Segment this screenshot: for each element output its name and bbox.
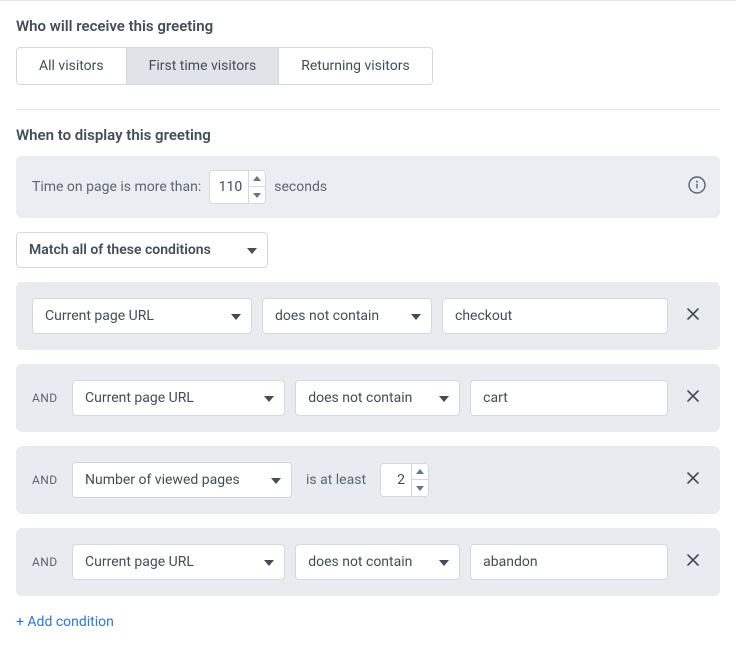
chevron-down-icon [264,390,274,406]
chevron-down-icon [231,308,241,324]
join-label: AND [32,391,62,405]
time-on-page-prefix: Time on page is more than: [32,179,201,195]
when-section-title: When to display this greeting [16,126,720,144]
condition-number-input[interactable] [381,464,411,496]
remove-condition-button[interactable] [682,305,704,327]
condition-field-select[interactable]: Current page URL [72,544,285,580]
condition-operator-label: does not contain [308,390,412,406]
condition-operator-select[interactable]: does not contain [262,298,432,334]
chevron-up-icon [416,469,424,474]
close-icon [686,553,700,571]
visitor-tab[interactable]: First time visitors [127,48,280,84]
visitor-tab[interactable]: All visitors [17,48,127,84]
condition-field-label: Current page URL [85,554,194,570]
condition-field-select[interactable]: Current page URL [32,298,252,334]
stepper-up-button[interactable] [412,464,428,480]
match-mode-label: Match all of these conditions [29,242,211,258]
chevron-down-icon [253,193,261,198]
info-icon [688,176,706,194]
chevron-down-icon [416,486,424,491]
close-icon [686,471,700,489]
info-button[interactable] [688,176,706,198]
condition-value-input[interactable] [470,544,668,580]
chevron-down-icon [439,554,449,570]
condition-value-input[interactable] [442,298,668,334]
condition-value-input[interactable] [470,380,668,416]
chevron-down-icon [264,554,274,570]
time-on-page-input[interactable] [210,171,248,203]
stepper-down-button[interactable] [249,187,265,203]
chevron-down-icon [439,390,449,406]
condition-operator-select[interactable]: does not contain [295,380,460,416]
condition-number-stepper[interactable] [380,463,429,497]
condition-operator-label: does not contain [308,554,412,570]
condition-operator-label: does not contain [275,308,379,324]
chevron-down-icon [271,472,281,488]
condition-field-select[interactable]: Number of viewed pages [72,462,292,498]
remove-condition-button[interactable] [682,469,704,491]
condition-field-label: Current page URL [45,308,154,324]
stepper-down-button[interactable] [412,480,428,496]
join-label: AND [32,473,62,487]
visitor-tab[interactable]: Returning visitors [279,48,432,84]
time-on-page-suffix: seconds [274,179,327,195]
visitor-tabs: All visitorsFirst time visitorsReturning… [16,47,433,85]
time-on-page-panel: Time on page is more than: seconds [16,156,720,218]
close-icon [686,389,700,407]
add-condition-link[interactable]: + Add condition [16,614,114,630]
time-on-page-stepper[interactable] [209,170,266,204]
remove-condition-button[interactable] [682,387,704,409]
chevron-down-icon [411,308,421,324]
condition-row: AND Current page URL does not contain [16,364,720,432]
divider [16,109,720,110]
stepper-controls [248,171,265,203]
condition-row: AND Current page URL does not contain [16,528,720,596]
condition-field-label: Number of viewed pages [85,472,240,488]
chevron-down-icon [247,242,257,258]
chevron-up-icon [253,176,261,181]
stepper-controls [411,464,428,496]
condition-row: Current page URL does not contain [16,282,720,350]
stepper-up-button[interactable] [249,171,265,187]
condition-row: AND Number of viewed pages is at least [16,446,720,514]
who-section-title: Who will receive this greeting [16,17,720,35]
condition-field-label: Current page URL [85,390,194,406]
close-icon [686,307,700,325]
join-label: AND [32,555,62,569]
condition-field-select[interactable]: Current page URL [72,380,285,416]
condition-operator-select[interactable]: does not contain [295,544,460,580]
remove-condition-button[interactable] [682,551,704,573]
match-mode-select[interactable]: Match all of these conditions [16,232,268,268]
at-least-label: is at least [306,472,366,488]
